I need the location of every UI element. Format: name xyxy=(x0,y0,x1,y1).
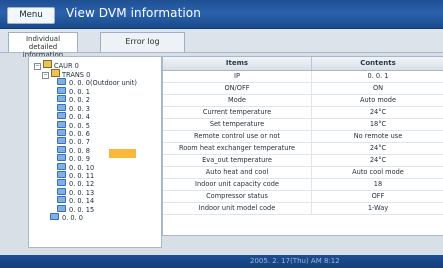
tree-node-last[interactable]: 0. 0. 0 xyxy=(50,213,83,222)
row-item-value: 1-Way xyxy=(367,204,389,212)
table-row: Remote control use or not No remote use xyxy=(163,131,443,143)
window-title: View DVM information xyxy=(66,6,201,20)
unit-icon xyxy=(57,196,66,204)
unit-icon xyxy=(57,120,66,128)
menu-button[interactable]: Menu xyxy=(7,7,55,24)
row-item-label: Current temperature xyxy=(163,107,312,118)
unit-icon xyxy=(57,145,66,153)
table-row: IP 0. 0. 1 xyxy=(163,71,443,83)
unit-icon xyxy=(57,103,66,111)
row-item-value: 24°C xyxy=(369,156,387,164)
row-item-label: IP xyxy=(163,71,312,82)
row-item-value: No remote use xyxy=(353,132,403,140)
row-item-label: Room heat exchanger temperature xyxy=(163,143,312,154)
table-header: Items Contents xyxy=(163,57,443,71)
tree-selection-highlight xyxy=(109,149,136,158)
title-bar: Menu View DVM information xyxy=(0,0,443,29)
unit-icon xyxy=(57,137,66,145)
row-item-label: Eva_out temperature xyxy=(163,155,312,166)
row-item-value: 24°C xyxy=(369,144,387,152)
row-item-label: Compressor status xyxy=(163,191,312,202)
row-item-label: Set temperature xyxy=(163,119,312,130)
building-icon xyxy=(43,60,52,68)
unit-tree: − CAUR 0 − TRANS 0 0. 0. 0(Outdoor unit) 0… xyxy=(28,56,162,248)
unit-icon xyxy=(57,129,66,136)
table-row: Eva_out temperature 24°C xyxy=(163,155,443,167)
row-item-value: 18 xyxy=(373,180,383,188)
tree-node-label: 0. 0. 0 xyxy=(62,214,83,222)
row-item-label: Auto heat and cool xyxy=(163,167,312,178)
unit-icon xyxy=(57,87,66,94)
unit-icon xyxy=(50,213,59,220)
column-header-contents[interactable]: Contents xyxy=(312,57,443,70)
tab-label-line-1: Individual xyxy=(25,35,61,43)
unit-icon xyxy=(57,171,66,178)
unit-icon xyxy=(57,112,66,120)
row-item-value: 0. 0. 1 xyxy=(367,72,389,80)
tree-root-node[interactable]: − CAUR 0 xyxy=(34,60,79,70)
folder-icon xyxy=(51,69,60,77)
table-row: Indoor unit capacity code 18 xyxy=(163,179,443,191)
status-datetime: 2005. 2. 17(Thu) AM 8:12 xyxy=(250,257,340,265)
tree-outdoor-unit[interactable]: 0. 0. 0(Outdoor unit) xyxy=(57,78,137,87)
unit-icon xyxy=(57,187,66,195)
table-row: ON/OFF ON xyxy=(163,83,443,95)
unit-icon xyxy=(57,162,66,170)
tab-bar: Individual detailed information Error lo… xyxy=(0,29,443,59)
app-window: Menu View DVM information Individual det… xyxy=(0,0,443,268)
row-item-value: Auto mode xyxy=(359,96,397,104)
row-item-label: Mode xyxy=(163,95,312,106)
column-header-items[interactable]: Items xyxy=(163,57,312,70)
row-item-label: ON/OFF xyxy=(163,83,312,94)
row-item-value: 18°C xyxy=(369,120,387,128)
table-row: Set temperature 18°C xyxy=(163,119,443,131)
tree-group-node[interactable]: − TRANS 0 xyxy=(42,69,90,79)
row-item-value: 24°C xyxy=(369,108,387,116)
table-row: Current temperature 24°C xyxy=(163,107,443,119)
table-row: Room heat exchanger temperature 24°C xyxy=(163,143,443,155)
info-table: Items Contents IP 0. 0. 1 ON/OFF ON Mode Auto… xyxy=(162,56,443,236)
unit-icon xyxy=(57,179,66,187)
unit-icon xyxy=(57,154,66,162)
unit-icon xyxy=(57,204,66,212)
table-row: Compressor status OFF xyxy=(163,191,443,203)
table-row: Indoor unit model code 1-Way xyxy=(163,203,443,215)
unit-icon xyxy=(57,95,66,103)
row-item-value: Auto cool mode xyxy=(352,168,404,176)
tab-individual-detailed-information[interactable]: Individual detailed information xyxy=(8,32,78,59)
collapse-icon[interactable]: − xyxy=(42,72,49,79)
status-bar: 2005. 2. 17(Thu) AM 8:12 xyxy=(0,255,443,268)
row-item-label: Remote control use or not xyxy=(163,131,312,142)
table-row: Mode Auto mode xyxy=(163,95,443,107)
row-item-label: Indoor unit capacity code xyxy=(163,179,312,190)
row-item-label: Indoor unit model code xyxy=(163,203,312,214)
table-row: Auto heat and cool Auto cool mode xyxy=(163,167,443,179)
collapse-icon[interactable]: − xyxy=(34,63,41,70)
row-item-value: ON xyxy=(372,84,384,92)
unit-icon xyxy=(57,78,66,85)
tree-outdoor-label: 0. 0. 0(Outdoor unit) xyxy=(69,79,137,87)
row-item-value: OFF xyxy=(371,192,385,200)
tab-error-log[interactable]: Error log xyxy=(100,32,185,52)
